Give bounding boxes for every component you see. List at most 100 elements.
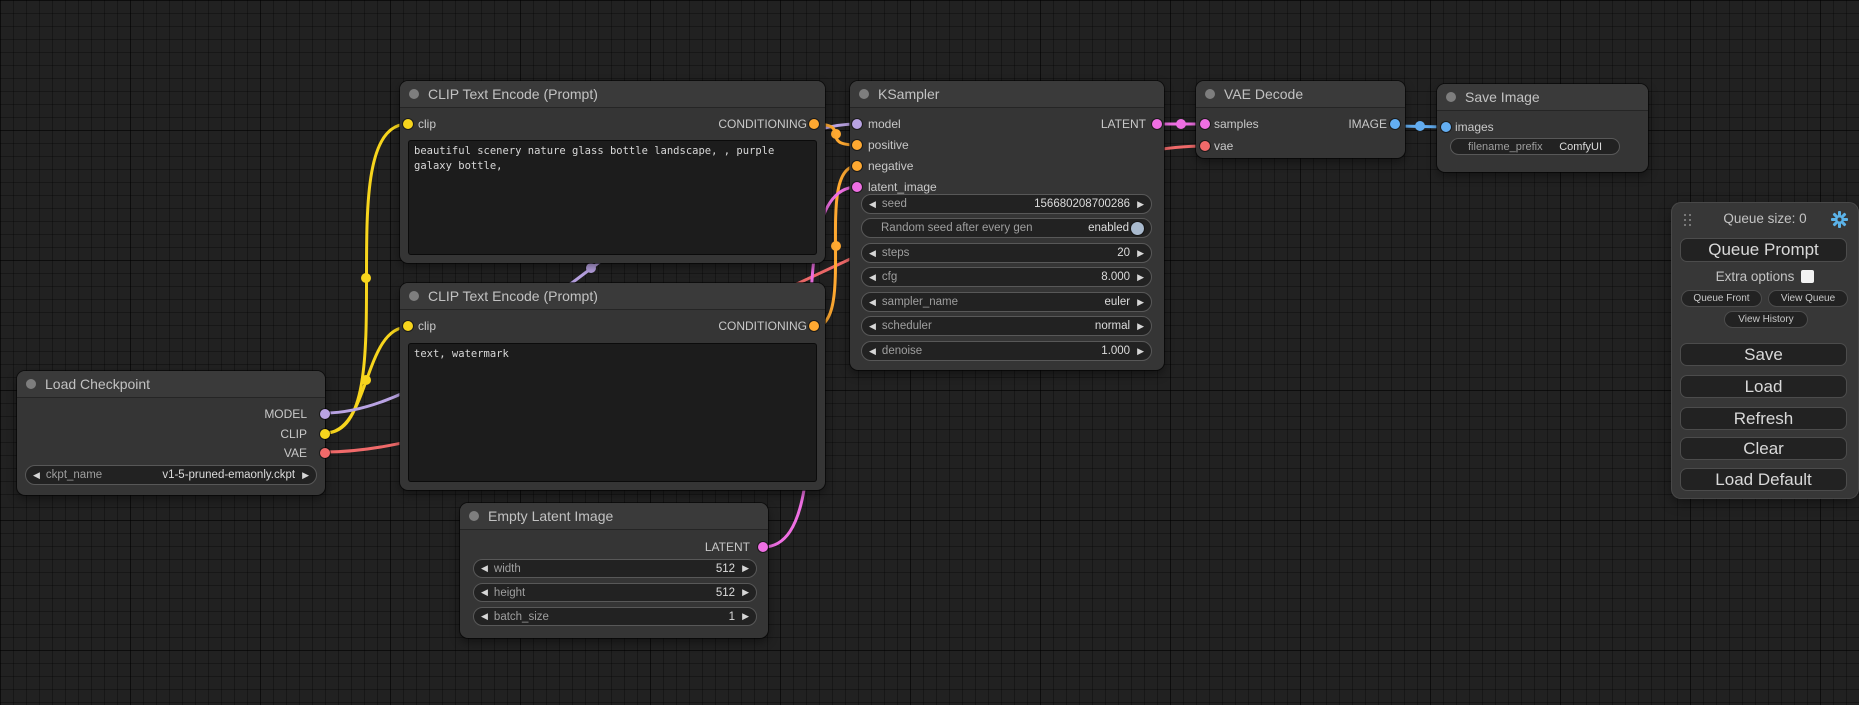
increment-arrow-icon[interactable]: ▶ xyxy=(1137,322,1144,331)
node-graph-canvas[interactable]: Load Checkpoint MODEL CLIP VAE ◀ ckpt_na… xyxy=(0,0,1859,705)
model-output-port[interactable] xyxy=(320,409,330,419)
node-titlebar[interactable]: KSampler xyxy=(850,81,1164,108)
vae-output-port[interactable] xyxy=(320,448,330,458)
increment-arrow-icon[interactable]: ▶ xyxy=(302,471,309,480)
extra-options-checkbox[interactable] xyxy=(1801,270,1814,283)
sampler-name-widget[interactable]: ◀ sampler_name euler ▶ xyxy=(861,292,1152,312)
decrement-arrow-icon[interactable]: ◀ xyxy=(33,471,40,480)
queue-panel: Queue size: 0 Queue Prompt Extra options… xyxy=(1672,203,1858,498)
conditioning-output-port[interactable] xyxy=(809,119,819,129)
vae-input-port[interactable] xyxy=(1200,141,1210,151)
wire-dot-model xyxy=(586,263,596,273)
negative-input-label: negative xyxy=(868,159,913,173)
node-collapse-dot-icon[interactable] xyxy=(1205,89,1215,99)
decrement-arrow-icon[interactable]: ◀ xyxy=(481,564,488,573)
view-queue-button[interactable]: View Queue xyxy=(1768,290,1848,307)
denoise-widget[interactable]: ◀ denoise 1.000 ▶ xyxy=(861,341,1152,361)
queue-prompt-button[interactable]: Queue Prompt xyxy=(1680,238,1847,262)
images-input-port[interactable] xyxy=(1441,122,1451,132)
node-collapse-dot-icon[interactable] xyxy=(469,511,479,521)
batch-size-widget[interactable]: ◀ batch_size 1 ▶ xyxy=(473,607,757,626)
seed-widget[interactable]: ◀ seed 156680208700286 ▶ xyxy=(861,194,1152,214)
increment-arrow-icon[interactable]: ▶ xyxy=(1137,273,1144,282)
width-widget[interactable]: ◀ width 512 ▶ xyxy=(473,559,757,578)
port-row-positive: positive xyxy=(850,137,1164,153)
node-clip-text-encode-positive[interactable]: CLIP Text Encode (Prompt) clip CONDITION… xyxy=(400,81,825,263)
conditioning-output-port[interactable] xyxy=(809,321,819,331)
latent-output-port[interactable] xyxy=(1152,119,1162,129)
scheduler-widget[interactable]: ◀ scheduler normal ▶ xyxy=(861,316,1152,336)
negative-input-port[interactable] xyxy=(852,161,862,171)
positive-input-port[interactable] xyxy=(852,140,862,150)
random-seed-toggle-widget[interactable]: Random seed after every gen enabled xyxy=(861,218,1152,238)
cfg-widget[interactable]: ◀ cfg 8.000 ▶ xyxy=(861,267,1152,287)
model-input-port[interactable] xyxy=(852,119,862,129)
node-titlebar[interactable]: VAE Decode xyxy=(1196,81,1405,108)
node-title: CLIP Text Encode (Prompt) xyxy=(428,288,598,304)
load-button[interactable]: Load xyxy=(1680,375,1847,398)
node-empty-latent-image[interactable]: Empty Latent Image LATENT ◀ width 512 ▶ … xyxy=(460,503,768,638)
decrement-arrow-icon[interactable]: ◀ xyxy=(869,273,876,282)
increment-arrow-icon[interactable]: ▶ xyxy=(1137,298,1144,307)
wire-dot-clip1 xyxy=(361,273,371,283)
view-history-button[interactable]: View History xyxy=(1724,311,1808,328)
node-titlebar[interactable]: Empty Latent Image xyxy=(460,503,768,530)
node-collapse-dot-icon[interactable] xyxy=(409,291,419,301)
increment-arrow-icon[interactable]: ▶ xyxy=(742,588,749,597)
node-collapse-dot-icon[interactable] xyxy=(26,379,36,389)
clear-button[interactable]: Clear xyxy=(1680,437,1847,460)
queue-front-button[interactable]: Queue Front xyxy=(1681,290,1762,307)
prompt-textarea[interactable]: text, watermark xyxy=(408,343,817,482)
latent-image-input-port[interactable] xyxy=(852,182,862,192)
node-clip-text-encode-negative[interactable]: CLIP Text Encode (Prompt) clip CONDITION… xyxy=(400,283,825,490)
node-ksampler[interactable]: KSampler model LATENT positive negative … xyxy=(850,81,1164,370)
node-titlebar[interactable]: CLIP Text Encode (Prompt) xyxy=(400,81,825,108)
decrement-arrow-icon[interactable]: ◀ xyxy=(869,298,876,307)
increment-arrow-icon[interactable]: ▶ xyxy=(1137,249,1144,258)
latent-output-port[interactable] xyxy=(758,542,768,552)
refresh-button[interactable]: Refresh xyxy=(1680,407,1847,430)
port-row: clip CONDITIONING xyxy=(400,318,825,334)
node-vae-decode[interactable]: VAE Decode samples IMAGE vae xyxy=(1196,81,1405,158)
node-title: Save Image xyxy=(1465,89,1540,105)
node-save-image[interactable]: Save Image images filename_prefix ComfyU… xyxy=(1437,84,1648,172)
filename-prefix-widget[interactable]: filename_prefix ComfyUI xyxy=(1450,138,1620,155)
wire-dot-clip2 xyxy=(361,375,371,385)
decrement-arrow-icon[interactable]: ◀ xyxy=(481,612,488,621)
decrement-arrow-icon[interactable]: ◀ xyxy=(869,322,876,331)
node-titlebar[interactable]: Load Checkpoint xyxy=(17,371,325,398)
port-row-samples: samples IMAGE xyxy=(1196,116,1405,132)
node-collapse-dot-icon[interactable] xyxy=(859,89,869,99)
toggle-circle-icon[interactable] xyxy=(1131,222,1144,235)
decrement-arrow-icon[interactable]: ◀ xyxy=(869,347,876,356)
node-collapse-dot-icon[interactable] xyxy=(1446,92,1456,102)
image-output-port[interactable] xyxy=(1390,119,1400,129)
increment-arrow-icon[interactable]: ▶ xyxy=(742,564,749,573)
port-row-negative: negative xyxy=(850,158,1164,174)
node-load-checkpoint[interactable]: Load Checkpoint MODEL CLIP VAE ◀ ckpt_na… xyxy=(17,371,325,495)
clip-input-port[interactable] xyxy=(403,321,413,331)
clip-output-port[interactable] xyxy=(320,429,330,439)
node-titlebar[interactable]: CLIP Text Encode (Prompt) xyxy=(400,283,825,310)
increment-arrow-icon[interactable]: ▶ xyxy=(1137,200,1144,209)
decrement-arrow-icon[interactable]: ◀ xyxy=(481,588,488,597)
node-titlebar[interactable]: Save Image xyxy=(1437,84,1648,111)
increment-arrow-icon[interactable]: ▶ xyxy=(742,612,749,621)
steps-widget[interactable]: ◀ steps 20 ▶ xyxy=(861,243,1152,263)
samples-input-port[interactable] xyxy=(1200,119,1210,129)
increment-arrow-icon[interactable]: ▶ xyxy=(1137,347,1144,356)
decrement-arrow-icon[interactable]: ◀ xyxy=(869,249,876,258)
gear-icon[interactable] xyxy=(1831,211,1848,228)
wire-dot-positive xyxy=(831,129,841,139)
node-collapse-dot-icon[interactable] xyxy=(409,89,419,99)
save-button[interactable]: Save xyxy=(1680,343,1847,366)
height-widget[interactable]: ◀ height 512 ▶ xyxy=(473,583,757,602)
ckpt-name-widget[interactable]: ◀ ckpt_name v1-5-pruned-emaonly.ckpt ▶ xyxy=(25,465,317,485)
load-default-button[interactable]: Load Default xyxy=(1680,468,1847,491)
node-title: Empty Latent Image xyxy=(488,508,613,524)
output-row-model: MODEL xyxy=(17,406,325,422)
clip-input-port[interactable] xyxy=(403,119,413,129)
prompt-textarea[interactable]: beautiful scenery nature glass bottle la… xyxy=(408,140,817,255)
decrement-arrow-icon[interactable]: ◀ xyxy=(869,200,876,209)
latent-image-input-label: latent_image xyxy=(868,180,937,194)
